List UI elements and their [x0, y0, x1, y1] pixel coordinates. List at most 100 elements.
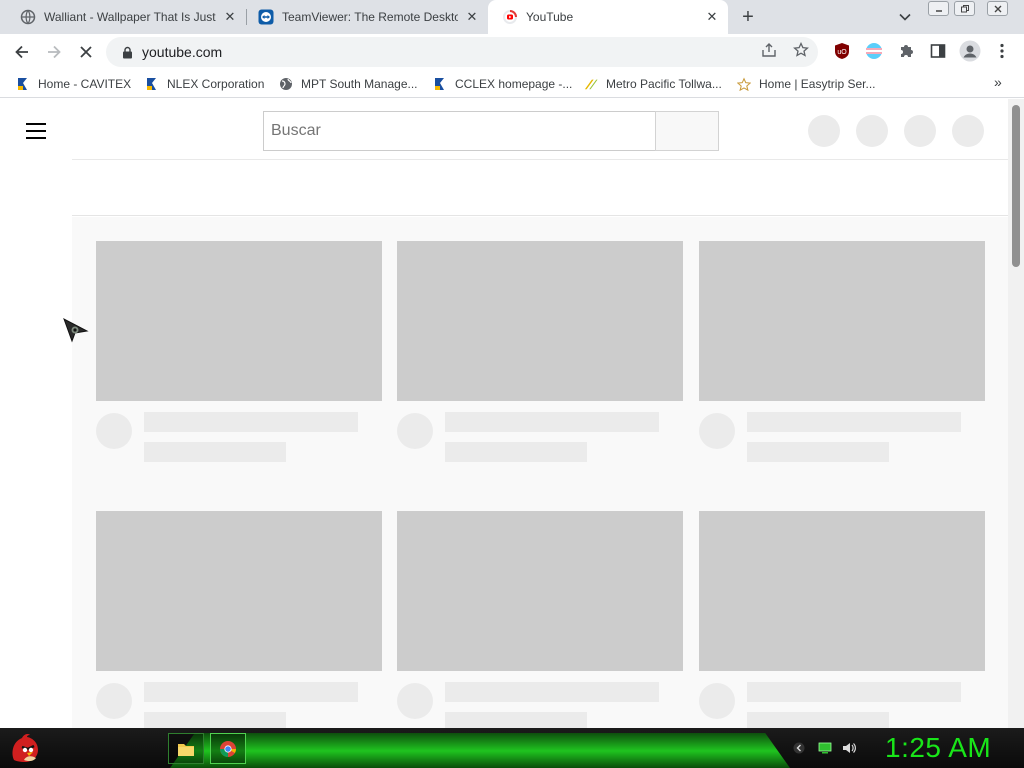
svg-text:uO: uO: [837, 49, 847, 56]
search-input[interactable]: [263, 111, 656, 151]
easytrip-icon: [737, 77, 751, 91]
header-placeholder-circle: [904, 115, 936, 147]
title-placeholder: [445, 682, 659, 702]
restore-button[interactable]: [954, 1, 975, 16]
metro-pacific-icon: [584, 77, 598, 91]
close-window-button[interactable]: [987, 1, 1008, 16]
video-card-placeholder[interactable]: [699, 511, 985, 728]
meta-placeholder: [445, 712, 587, 728]
meta-placeholder: [747, 712, 889, 728]
ublock-icon[interactable]: uO: [833, 42, 851, 60]
screen: Walliant - Wallpaper That Is Just For Yo…: [0, 0, 1024, 768]
video-card-placeholder[interactable]: [96, 241, 382, 462]
taskbar-clock[interactable]: 1:25 AM: [885, 732, 991, 764]
globe-icon: [279, 77, 293, 91]
video-card-placeholder[interactable]: [699, 241, 985, 462]
tab-title: Walliant - Wallpaper That Is Just For Yo…: [44, 10, 216, 24]
video-card-placeholder[interactable]: [397, 241, 683, 462]
teamviewer-icon: [258, 9, 274, 25]
tab-title: TeamViewer: The Remote Desktop Software: [282, 10, 458, 24]
header-placeholder-circle: [856, 115, 888, 147]
youtube-page: [0, 99, 1024, 728]
thumbnail-placeholder: [699, 511, 985, 671]
close-tab-icon[interactable]: ✕: [704, 9, 720, 25]
volume-icon[interactable]: [842, 741, 856, 755]
mouse-cursor-icon: [62, 317, 92, 347]
new-tab-button[interactable]: +: [737, 6, 759, 28]
thumbnail-placeholder: [397, 511, 683, 671]
bookmark-mpt-south[interactable]: MPT South Manage...: [279, 74, 418, 94]
channel-avatar-placeholder: [397, 683, 433, 719]
tab-strip: Walliant - Wallpaper That Is Just For Yo…: [0, 0, 1024, 34]
close-tab-icon[interactable]: ✕: [464, 9, 480, 25]
meta-placeholder: [445, 442, 587, 462]
bookmark-star-icon[interactable]: [792, 41, 810, 59]
search-button[interactable]: [655, 111, 719, 151]
tab-youtube[interactable]: YouTube ✕: [488, 0, 728, 34]
side-panel-icon[interactable]: [929, 42, 947, 60]
thumbnail-placeholder: [96, 511, 382, 671]
channel-avatar-placeholder: [699, 683, 735, 719]
meta-placeholder: [747, 442, 889, 462]
bookmarks-overflow-icon[interactable]: »: [994, 74, 1002, 90]
bookmark-label: Metro Pacific Tollwa...: [606, 77, 722, 91]
channel-avatar-placeholder: [699, 413, 735, 449]
bookmark-label: NLEX Corporation: [167, 77, 265, 91]
thumbnail-placeholder: [96, 241, 382, 401]
tray-chevron-icon[interactable]: [792, 741, 806, 755]
channel-avatar-placeholder: [96, 413, 132, 449]
title-placeholder: [747, 412, 961, 432]
chrome-icon[interactable]: [210, 733, 246, 764]
video-card-placeholder[interactable]: [397, 511, 683, 728]
bookmark-label: Home - CAVITEX: [38, 77, 132, 91]
trans-flag-extension-icon[interactable]: [865, 42, 883, 60]
title-placeholder: [747, 682, 961, 702]
video-card-placeholder[interactable]: [96, 511, 382, 728]
chip-bar: [72, 159, 1008, 216]
start-button-angry-bird-icon[interactable]: [8, 730, 44, 766]
bookmark-flag-icon: [16, 77, 30, 91]
lock-icon[interactable]: [120, 45, 134, 59]
tab-teamviewer[interactable]: TeamViewer: The Remote Desktop Software …: [238, 0, 488, 34]
bookmark-easytrip[interactable]: Home | Easytrip Ser...: [737, 74, 876, 94]
close-tab-icon[interactable]: ✕: [222, 9, 238, 25]
kebab-menu-icon[interactable]: [993, 42, 1011, 60]
tab-search-chevron-icon[interactable]: [895, 8, 915, 26]
channel-avatar-placeholder: [96, 683, 132, 719]
title-placeholder: [144, 682, 358, 702]
network-icon[interactable]: [818, 741, 832, 755]
share-icon[interactable]: [760, 41, 778, 59]
title-placeholder: [445, 412, 659, 432]
url-text[interactable]: youtube.com: [142, 44, 222, 60]
bookmark-flag-icon: [433, 77, 447, 91]
header-placeholder-circle: [808, 115, 840, 147]
meta-placeholder: [144, 442, 286, 462]
bookmark-label: Home | Easytrip Ser...: [759, 77, 876, 91]
thumbnail-placeholder: [397, 241, 683, 401]
thumbnail-placeholder: [699, 241, 985, 401]
bookmark-nlex[interactable]: NLEX Corporation: [145, 74, 264, 94]
minimize-button[interactable]: [928, 1, 949, 16]
file-explorer-icon[interactable]: [168, 733, 204, 764]
bookmark-label: MPT South Manage...: [301, 77, 418, 91]
scrollbar-thumb[interactable]: [1012, 105, 1020, 267]
hamburger-menu-icon[interactable]: [26, 123, 46, 139]
bookmark-metro-pacific[interactable]: Metro Pacific Tollwa...: [584, 74, 722, 94]
bookmark-cclex[interactable]: CCLEX homepage -...: [433, 74, 572, 94]
tab-title: YouTube: [526, 10, 574, 24]
profile-icon[interactable]: [959, 40, 981, 62]
back-button[interactable]: [10, 40, 34, 64]
browser-toolbar: youtube.com uO: [0, 34, 1024, 70]
forward-button[interactable]: [42, 40, 66, 64]
channel-avatar-placeholder: [397, 413, 433, 449]
bookmark-flag-icon: [145, 77, 159, 91]
stop-loading-button[interactable]: [74, 40, 98, 64]
video-grid: [72, 217, 1008, 728]
address-bar[interactable]: youtube.com: [106, 37, 818, 67]
taskbar: 1:25 AM: [0, 728, 1024, 768]
taskbar-glow: [170, 733, 790, 768]
tab-walliant[interactable]: Walliant - Wallpaper That Is Just For Yo…: [0, 0, 246, 34]
bookmark-cavitex[interactable]: Home - CAVITEX: [16, 74, 131, 94]
puzzle-extensions-icon[interactable]: [897, 42, 915, 60]
bookmarks-bar: Home - CAVITEX NLEX Corporation MPT Sout…: [0, 70, 1024, 98]
